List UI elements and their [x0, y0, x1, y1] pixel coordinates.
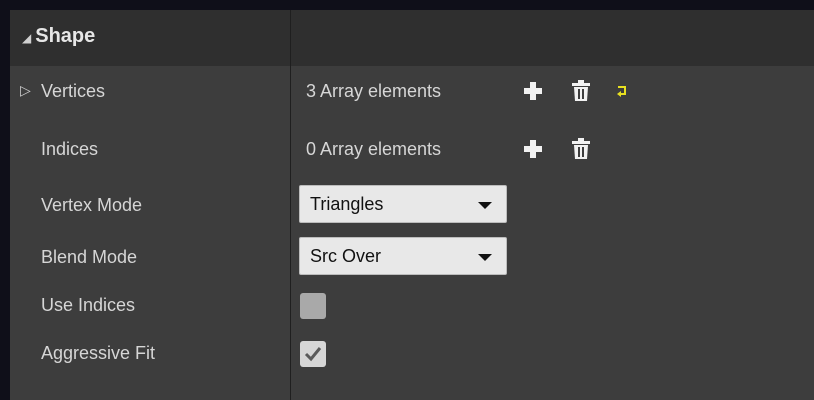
plus-icon[interactable]: [521, 137, 545, 161]
blend-mode-dropdown[interactable]: Src Over: [299, 237, 507, 275]
blend-mode-selected: Src Over: [310, 246, 382, 266]
property-row-vertex-mode: Vertex Mode Triangles: [10, 180, 814, 230]
property-row-blend-mode: Blend Mode Src Over: [10, 232, 814, 282]
check-icon: [304, 347, 322, 362]
property-label-indices: Indices: [41, 139, 99, 159]
array-count-indices: 0 Array elements: [306, 139, 442, 159]
triangle-right-icon[interactable]: ▷: [20, 66, 31, 116]
vertex-mode-dropdown[interactable]: Triangles: [299, 185, 507, 223]
property-row-indices: Indices 0 Array elements: [10, 124, 814, 174]
caret-down-icon: [478, 202, 492, 209]
property-label-use-indices: Use Indices: [41, 295, 136, 315]
aggressive-fit-checkbox[interactable]: [300, 341, 326, 367]
plus-icon[interactable]: [521, 79, 545, 103]
array-count-vertices: 3 Array elements: [306, 81, 442, 101]
property-row-vertices: ▷ Vertices 3 Array elements: [10, 66, 814, 116]
property-label-vertex-mode: Vertex Mode: [41, 195, 143, 215]
reset-to-default-icon[interactable]: [610, 79, 634, 103]
section-header-shape[interactable]: [10, 10, 814, 66]
caret-down-icon: [478, 254, 492, 261]
triangle-down-icon[interactable]: ◢: [22, 31, 31, 45]
section-title-text: Shape: [35, 25, 96, 47]
trash-icon[interactable]: [569, 137, 593, 161]
section-title[interactable]: ◢ Shape: [22, 10, 95, 66]
property-label-vertices: Vertices: [41, 81, 106, 101]
property-label-aggressive-fit: Aggressive Fit: [41, 343, 156, 363]
trash-icon[interactable]: [569, 79, 593, 103]
use-indices-checkbox[interactable]: [300, 293, 326, 319]
property-row-aggressive-fit: Aggressive Fit: [10, 328, 814, 378]
property-row-use-indices: Use Indices: [10, 280, 814, 330]
vertex-mode-selected: Triangles: [310, 194, 384, 214]
details-panel: ◢ Shape ▷ Vertices 3 Array elements Indic…: [10, 10, 814, 400]
property-label-blend-mode: Blend Mode: [41, 247, 138, 267]
